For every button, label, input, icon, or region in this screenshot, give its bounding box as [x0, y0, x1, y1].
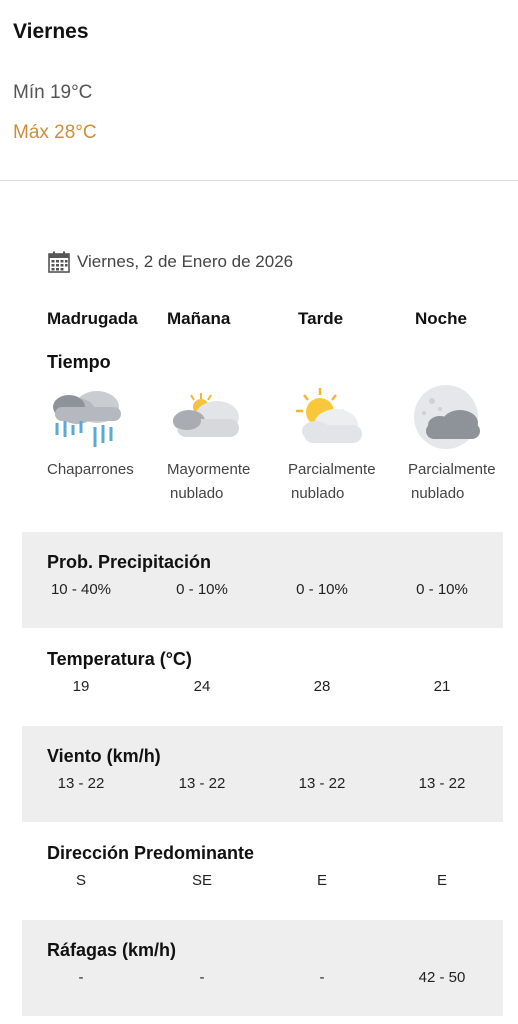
period-header: Madrugada [47, 309, 138, 328]
row-value: 0 - 10% [176, 581, 228, 598]
max-temp: Máx 28°C [13, 122, 97, 143]
rain-showers-icon [53, 391, 121, 447]
precipitation-row: Prob. Precipitación 10 - 40% 0 - 10% 0 -… [22, 532, 503, 628]
min-temp: Mín 19°C [13, 82, 93, 103]
row-value: 13 - 22 [57, 775, 105, 792]
row-value: - [78, 969, 84, 986]
row-value: 13 - 22 [178, 775, 226, 792]
condition-desc: Mayormente nublado [167, 461, 251, 502]
temperature-row: Temperatura (°C) 19 24 28 21 [22, 629, 503, 725]
row-value: 21 [433, 678, 451, 695]
row-value: E [436, 872, 447, 889]
row-value: - [319, 969, 325, 986]
partly-cloudy-night-icon [414, 385, 480, 449]
condition-desc: Chaparrones [47, 461, 134, 478]
tiempo-label: Tiempo [47, 352, 111, 372]
row-value: S [75, 872, 86, 889]
condition-desc: Parcialmente nublado [288, 461, 376, 502]
forecast-date-row: Viernes, 2 de Enero de 2026 [47, 250, 293, 274]
row-value: 24 [193, 678, 211, 695]
condition-desc: Parcialmente nublado [408, 461, 496, 502]
period-header: Mañana [167, 309, 231, 328]
mostly-cloudy-icon [173, 393, 239, 437]
period-header: Tarde [298, 309, 344, 328]
row-title: Dirección Predominante [47, 843, 255, 863]
row-value: 0 - 10% [416, 581, 468, 598]
partly-cloudy-day-icon [296, 388, 362, 443]
row-value: 19 [72, 678, 90, 695]
forecast-date: Viernes, 2 de Enero de 2026 [77, 252, 294, 271]
period-header: Noche [415, 309, 467, 328]
gusts-row: Ráfagas (km/h) - - - 42 - 50 [22, 920, 503, 1016]
row-value: 13 - 22 [298, 775, 346, 792]
row-value: 0 - 10% [296, 581, 348, 598]
row-value: SE [191, 872, 212, 889]
row-value: - [199, 969, 205, 986]
row-value: 10 - 40% [50, 581, 112, 598]
row-title: Ráfagas (km/h) [47, 940, 177, 960]
wind-direction-row: Dirección Predominante S SE E E [22, 823, 503, 919]
row-value: 13 - 22 [418, 775, 466, 792]
row-value: 28 [313, 678, 331, 695]
day-name: Viernes [13, 20, 89, 43]
row-title: Temperatura (°C) [47, 649, 192, 669]
row-title: Prob. Precipitación [47, 552, 212, 572]
wind-row: Viento (km/h) 13 - 22 13 - 22 13 - 22 13… [22, 726, 503, 822]
row-value: E [316, 872, 327, 889]
calendar-icon [48, 251, 70, 273]
day-summary: Viernes Mín 19°C Máx 28°C [0, 0, 518, 181]
row-title: Viento (km/h) [47, 746, 161, 766]
row-value: 42 - 50 [418, 969, 466, 986]
